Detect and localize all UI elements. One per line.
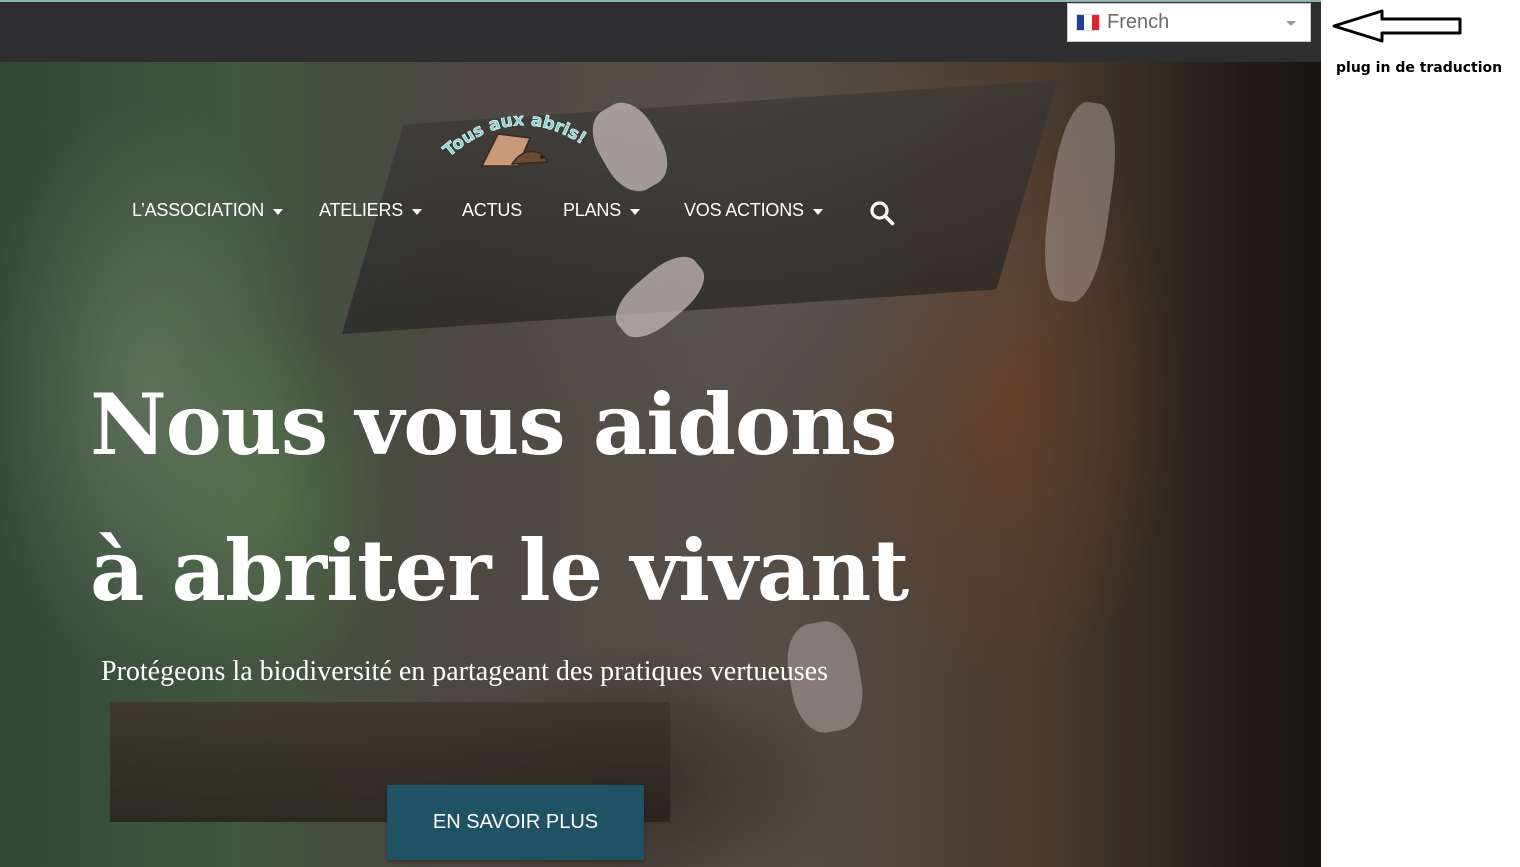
site-logo[interactable]: Tous aux abris!: [438, 102, 598, 174]
nav-item-association[interactable]: L’ASSOCIATION: [132, 200, 284, 221]
caret-down-icon: [273, 208, 284, 215]
search-icon[interactable]: [869, 200, 895, 226]
hedgehog-shelter-icon: [480, 133, 550, 167]
nav-item-label: ACTUS: [462, 200, 523, 220]
nav-item-plans[interactable]: PLANS: [563, 200, 641, 221]
hero-headline: Nous vous aidons à abriter le vivant: [90, 352, 990, 644]
nav-item-label: PLANS: [563, 200, 622, 220]
language-select-value: French: [1107, 11, 1170, 33]
hero-headline-line-2: à abriter le vivant: [90, 521, 909, 620]
language-select[interactable]: French: [1067, 3, 1311, 42]
france-flag-icon: [1077, 15, 1099, 30]
nav-item-vos-actions[interactable]: VOS ACTIONS: [684, 200, 823, 221]
chevron-down-icon: [1286, 21, 1296, 26]
annotation-label: plug in de traduction: [1336, 60, 1503, 76]
nav-item-label: L’ASSOCIATION: [132, 200, 265, 220]
nav-item-ateliers[interactable]: ATELIERS: [319, 200, 423, 221]
learn-more-button[interactable]: EN SAVOIR PLUS: [387, 785, 644, 860]
main-nav: L’ASSOCIATION ATELIERS ACTUS PLANS VOS A…: [0, 200, 1321, 224]
left-arrow-icon: [1332, 9, 1462, 43]
caret-down-icon: [812, 208, 823, 215]
caret-down-icon: [412, 208, 423, 215]
hero-subtitle: Protégeons la biodiversité en partageant…: [101, 656, 828, 687]
nav-item-actus[interactable]: ACTUS: [462, 200, 522, 221]
top-bar: French: [0, 0, 1321, 62]
nav-item-label: ATELIERS: [319, 200, 404, 220]
hero-headline-line-1: Nous vous aidons: [90, 375, 897, 474]
caret-down-icon: [630, 208, 641, 215]
nav-item-label: VOS ACTIONS: [684, 200, 804, 220]
